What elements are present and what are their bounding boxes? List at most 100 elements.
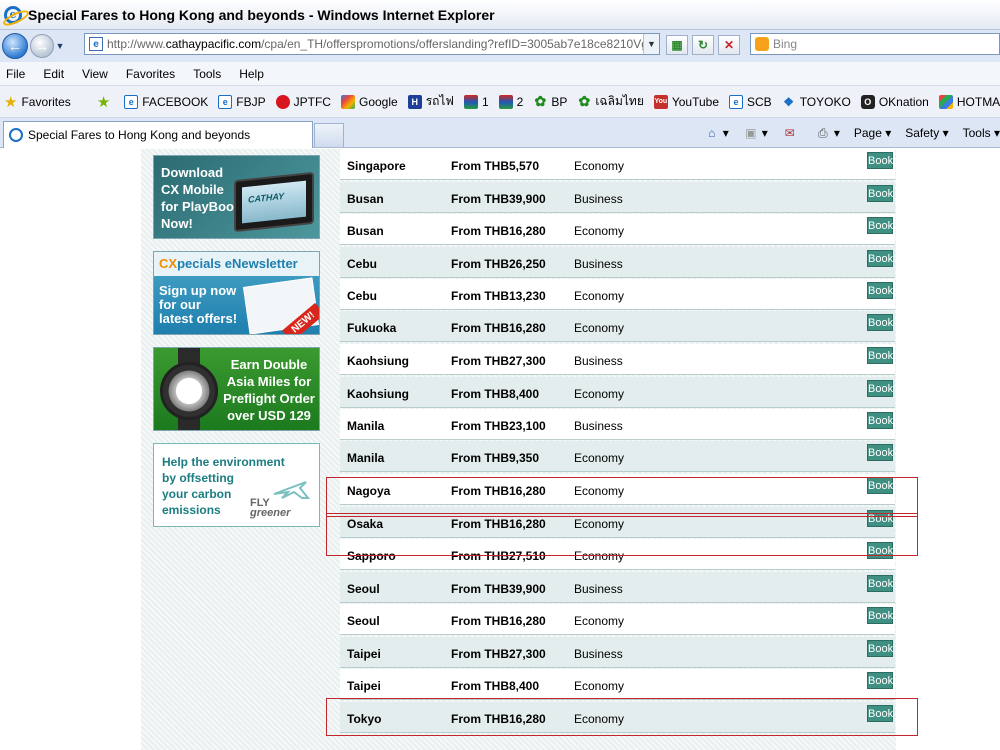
add-favorite-button[interactable]: ★ bbox=[97, 93, 114, 111]
book-button[interactable]: Book bbox=[867, 607, 893, 624]
tools-menu[interactable]: Tools ▾ bbox=[963, 126, 1000, 140]
fav-1[interactable]: 1 bbox=[463, 94, 489, 109]
fav-oknation[interactable]: O OKnation bbox=[860, 94, 929, 109]
fare-class: Business bbox=[574, 647, 623, 661]
book-button[interactable]: Book bbox=[867, 672, 893, 689]
book-button[interactable]: Book bbox=[867, 477, 893, 494]
fare-city: Sapporo bbox=[347, 549, 396, 563]
book-button[interactable]: Book bbox=[867, 444, 893, 461]
youtube-icon: You bbox=[653, 94, 668, 109]
fav-scb[interactable]: e SCB bbox=[729, 94, 772, 109]
back-button[interactable]: ← bbox=[2, 33, 28, 59]
menu-help[interactable]: Help bbox=[239, 67, 264, 81]
book-button[interactable]: Book bbox=[867, 152, 893, 169]
fav-fbjp[interactable]: e FBJP bbox=[218, 94, 266, 109]
compatibility-view-button[interactable]: ▦ bbox=[666, 35, 688, 55]
fare-class: Economy bbox=[574, 484, 625, 498]
fav-label: OKnation bbox=[878, 94, 929, 109]
banner-line: over USD 129 bbox=[227, 408, 311, 423]
book-button[interactable]: Book bbox=[867, 380, 893, 397]
search-input[interactable]: Bing bbox=[750, 33, 1000, 55]
fare-city: Taipei bbox=[347, 679, 381, 693]
newsletter-banner[interactable]: CXpecials eNewsletter Sign up now for ou… bbox=[153, 251, 320, 335]
fare-price: From THB27,510 bbox=[451, 549, 546, 563]
book-button[interactable]: Book bbox=[867, 412, 893, 429]
book-button[interactable]: Book bbox=[867, 575, 893, 592]
fare-price: From THB8,400 bbox=[451, 387, 540, 401]
book-button[interactable]: Book bbox=[867, 705, 893, 722]
history-dropdown-icon[interactable]: ▼ bbox=[54, 41, 66, 51]
page-menu[interactable]: Page ▾ bbox=[854, 126, 891, 140]
safety-menu-label: Safety bbox=[905, 126, 940, 140]
address-dropdown-icon[interactable]: ▼ bbox=[643, 34, 659, 54]
fav-google[interactable]: Google bbox=[340, 94, 398, 109]
fav-label: เฉลิมไทย bbox=[595, 94, 644, 108]
new-tab-button[interactable] bbox=[314, 123, 344, 147]
address-input[interactable]: e http://www. cathaypacific.com/cpa/en_TH… bbox=[84, 33, 660, 55]
safety-menu[interactable]: Safety ▾ bbox=[905, 126, 948, 140]
book-button[interactable]: Book bbox=[867, 250, 893, 267]
stop-button[interactable]: ✕ bbox=[718, 35, 740, 55]
book-button[interactable]: Book bbox=[867, 510, 893, 527]
banner-line: Earn Double bbox=[230, 357, 308, 372]
windows-flag-icon bbox=[938, 94, 953, 109]
fav-facebook[interactable]: e FACEBOOK bbox=[124, 94, 208, 109]
fav-2[interactable]: 2 bbox=[498, 94, 523, 109]
book-button[interactable]: Book bbox=[867, 347, 893, 364]
fare-city: Busan bbox=[347, 224, 384, 238]
fav-train[interactable]: H รถไฟ bbox=[407, 92, 454, 111]
book-button[interactable]: Book bbox=[867, 185, 893, 202]
menu-view[interactable]: View bbox=[82, 67, 108, 81]
book-button[interactable]: Book bbox=[867, 314, 893, 331]
fav-label: 1 bbox=[481, 94, 489, 109]
fav-jptfc[interactable]: JPTFC bbox=[275, 94, 331, 109]
train-site-icon: H bbox=[407, 94, 422, 109]
asia-miles-banner[interactable]: Earn Double Asia Miles for Preflight Ord… bbox=[153, 347, 320, 431]
toyoko-icon: ❖ bbox=[783, 94, 795, 109]
fare-price: From THB8,400 bbox=[451, 679, 540, 693]
fare-city: Cebu bbox=[347, 289, 377, 303]
menu-file[interactable]: File bbox=[6, 67, 25, 81]
fav-label: HOTMAIL bbox=[956, 94, 1000, 109]
feeds-button[interactable]: ▣ ▾ bbox=[743, 126, 768, 140]
greener-word: greener bbox=[250, 507, 291, 519]
forward-button[interactable]: → bbox=[30, 34, 54, 58]
banner-line: for PlayBook bbox=[161, 199, 242, 214]
fare-city: Kaohsiung bbox=[347, 387, 409, 401]
refresh-button[interactable]: ↻ bbox=[692, 35, 714, 55]
menu-edit[interactable]: Edit bbox=[43, 67, 64, 81]
book-button[interactable]: Book bbox=[867, 282, 893, 299]
fav-toyoko[interactable]: ❖ TOYOKO bbox=[782, 95, 851, 109]
rss-icon: ▣ bbox=[745, 126, 757, 140]
google-icon bbox=[340, 94, 355, 109]
book-button[interactable]: Book bbox=[867, 640, 893, 657]
fare-row: Seoul From THB16,280 Economy Book bbox=[340, 604, 895, 635]
tab-special-fares[interactable]: Special Fares to Hong Kong and beyonds bbox=[3, 121, 313, 148]
fare-price: From THB16,280 bbox=[451, 321, 546, 335]
fav-label: รถไฟ bbox=[425, 94, 454, 108]
favorites-bar: ★ Favorites ★ e FACEBOOK e FBJP JPTFC Goog… bbox=[0, 86, 1000, 118]
favorites-button[interactable]: ★ Favorites bbox=[4, 93, 87, 111]
mail-button[interactable]: ✉ bbox=[782, 126, 801, 140]
fare-price: From THB13,230 bbox=[451, 289, 546, 303]
print-button[interactable]: ⎙ ▾ bbox=[815, 126, 840, 141]
fly-greener-banner[interactable]: Help the environment by offsetting your … bbox=[153, 443, 320, 527]
book-button[interactable]: Book bbox=[867, 217, 893, 234]
menu-tools[interactable]: Tools bbox=[193, 67, 221, 81]
home-button[interactable]: ⌂ ▾ bbox=[704, 126, 729, 140]
fav-chalermthai[interactable]: ✿ เฉลิมไทย bbox=[577, 92, 644, 111]
fare-row: Osaka From THB16,280 Economy Book bbox=[340, 507, 895, 538]
book-button[interactable]: Book bbox=[867, 542, 893, 559]
fav-label: SCB bbox=[747, 94, 772, 109]
fav-youtube[interactable]: You YouTube bbox=[653, 94, 719, 109]
menu-favorites[interactable]: Favorites bbox=[126, 67, 175, 81]
fav-bp[interactable]: ✿ BP bbox=[533, 93, 567, 109]
fare-city: Seoul bbox=[347, 582, 380, 596]
cx-mobile-banner[interactable]: Download CX Mobile for PlayBook Now! CAT… bbox=[153, 155, 320, 239]
fare-class: Economy bbox=[574, 289, 625, 303]
fare-class: Economy bbox=[574, 517, 625, 531]
newsletter-head-rest: pecials eNewsletter bbox=[177, 256, 298, 271]
tab-label: Special Fares to Hong Kong and beyonds bbox=[28, 128, 251, 142]
fav-hotmail[interactable]: HOTMAIL bbox=[938, 94, 1000, 109]
fare-row: Cebu From THB26,250 Business Book bbox=[340, 247, 895, 278]
